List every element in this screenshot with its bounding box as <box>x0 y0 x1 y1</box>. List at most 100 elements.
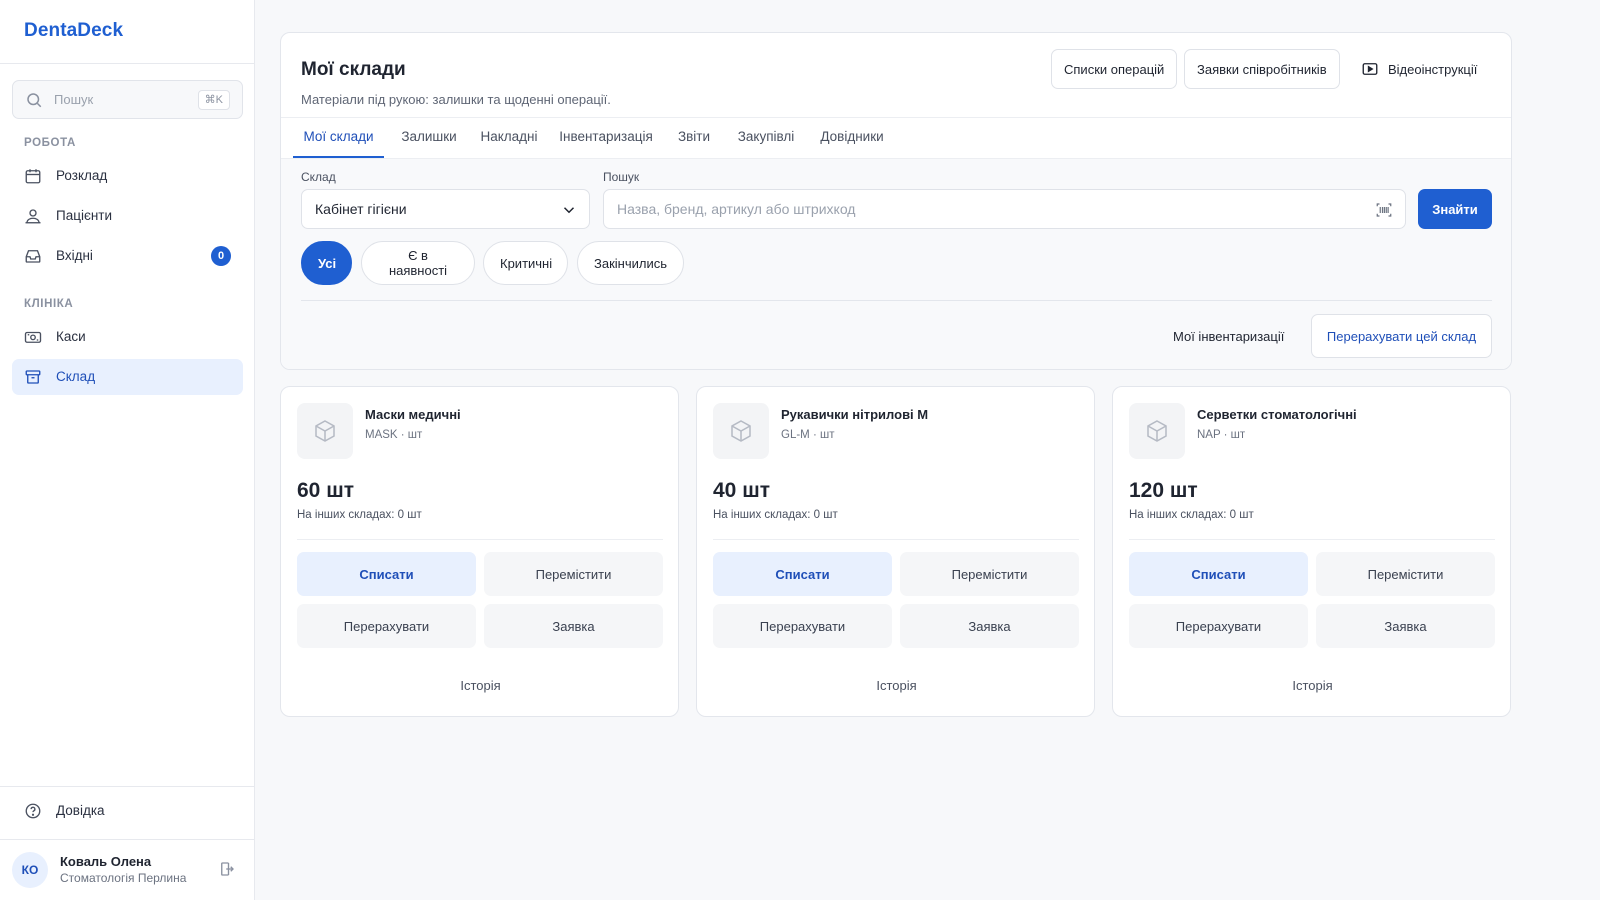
write-off-button[interactable]: Списати <box>713 552 892 596</box>
video-instructions-button[interactable]: Відеоінструкції <box>1351 49 1487 89</box>
warehouse-tabs: Мої склади Залишки Накладні Інвентаризац… <box>281 118 1511 158</box>
product-quantity: 60 шт <box>297 479 354 502</box>
sidebar-item-label: Пацієнти <box>56 208 113 223</box>
history-link[interactable]: Історія <box>697 671 1096 699</box>
warehouse-select[interactable]: Кабінет гігієни <box>301 189 590 229</box>
warehouse-header-panel: Мої склади Матеріали під рукою: залишки … <box>280 32 1512 370</box>
video-play-icon <box>1362 63 1378 75</box>
write-off-button[interactable]: Списати <box>1129 552 1308 596</box>
sidebar-item-label: Розклад <box>56 168 108 183</box>
page-subtitle: Матеріали під рукою: залишки та щоденні … <box>301 92 611 107</box>
archive-icon <box>25 370 41 384</box>
sidebar-item-label: Вхідні <box>56 248 93 263</box>
calendar-icon <box>25 169 41 184</box>
tab-inventory[interactable]: Інвентаризація <box>554 118 658 158</box>
search-field-label: Пошук <box>603 170 640 184</box>
other-warehouses-quantity: На інших складах: 0 шт <box>713 509 838 521</box>
other-warehouses-quantity: На інших складах: 0 шт <box>1129 509 1254 521</box>
product-meta: NAP · шт <box>1197 429 1246 441</box>
section-label-work: РОБОТА <box>24 137 76 149</box>
brand-logo[interactable]: DentaDeck <box>24 20 123 42</box>
request-button[interactable]: Заявка <box>484 604 663 648</box>
product-name: Серветки стоматологічні <box>1197 407 1357 422</box>
inbox-icon <box>25 250 41 263</box>
users-icon <box>25 209 41 224</box>
video-instructions-label: Відеоінструкції <box>1388 61 1478 77</box>
sidebar-item-label: Склад <box>56 369 96 384</box>
divider <box>713 539 1079 540</box>
product-meta: MASK · шт <box>365 429 423 441</box>
request-button[interactable]: Заявка <box>1316 604 1495 648</box>
product-meta: GL-M · шт <box>781 429 835 441</box>
user-name: Коваль Олена <box>60 854 152 869</box>
divider <box>0 63 254 64</box>
product-name: Маски медичні <box>365 407 461 422</box>
history-link[interactable]: Історія <box>281 671 680 699</box>
filter-chip-out-of-stock[interactable]: Закінчились <box>577 241 684 285</box>
sidebar-search-input[interactable]: Пошук ⌘K <box>12 80 243 119</box>
recount-warehouse-button[interactable]: Перерахувати цей склад <box>1311 314 1492 358</box>
sidebar-item-inbox[interactable]: Вхідні 0 <box>12 238 243 274</box>
sidebar-item-label: Каси <box>56 329 86 344</box>
product-thumbnail <box>1129 403 1185 459</box>
staff-requests-button[interactable]: Заявки співробітників <box>1184 49 1340 89</box>
tab-my-warehouses[interactable]: Мої склади <box>293 118 384 158</box>
sidebar-item-schedule[interactable]: Розклад <box>12 158 243 194</box>
avatar[interactable]: КО <box>12 852 48 888</box>
my-inventories-link[interactable]: Мої інвентаризації <box>1163 314 1294 358</box>
divider <box>0 786 254 787</box>
box-icon <box>731 420 751 442</box>
section-label-clinic: КЛІНІКА <box>24 298 74 310</box>
divider <box>1129 539 1495 540</box>
page-title: Мої склади <box>301 59 406 80</box>
box-icon <box>1147 420 1167 442</box>
sidebar-item-patients[interactable]: Пацієнти <box>12 198 243 234</box>
chevron-down-icon <box>563 207 575 214</box>
product-card: Серветки стоматологічні NAP · шт 120 шт … <box>1112 386 1511 717</box>
divider <box>297 539 663 540</box>
history-link[interactable]: Історія <box>1113 671 1512 699</box>
product-name: Рукавички нітрилові M <box>781 407 929 422</box>
other-warehouses-quantity: На інших складах: 0 шт <box>297 509 422 521</box>
move-button[interactable]: Перемістити <box>900 552 1079 596</box>
tab-invoices[interactable]: Накладні <box>474 118 544 158</box>
tab-purchases[interactable]: Закупівлі <box>730 118 802 158</box>
warehouse-select-label: Склад <box>301 170 336 184</box>
sidebar-item-warehouse[interactable]: Склад <box>12 359 243 395</box>
product-search-placeholder: Назва, бренд, артикул або штрихкод <box>617 201 856 217</box>
warehouse-select-value: Кабінет гігієни <box>315 201 407 217</box>
tab-stock[interactable]: Залишки <box>394 118 464 158</box>
product-card: Маски медичні MASK · шт 60 шт На інших с… <box>280 386 679 717</box>
sidebar-item-label: Довідка <box>56 803 105 818</box>
write-off-button[interactable]: Списати <box>297 552 476 596</box>
divider <box>0 839 254 840</box>
sidebar-item-cash[interactable]: Каси <box>12 319 243 355</box>
filter-chip-all[interactable]: Усі <box>301 241 352 285</box>
filter-chip-in-stock[interactable]: Є в наявності <box>361 241 475 285</box>
filter-chip-critical[interactable]: Критичні <box>483 241 568 285</box>
operations-lists-button[interactable]: Списки операцій <box>1051 49 1178 89</box>
box-icon <box>315 420 335 442</box>
barcode-scan-icon[interactable] <box>1375 201 1393 219</box>
sidebar-item-help[interactable]: Довідка <box>12 793 243 829</box>
recount-button[interactable]: Перерахувати <box>713 604 892 648</box>
help-circle-icon <box>25 803 41 819</box>
request-button[interactable]: Заявка <box>900 604 1079 648</box>
product-quantity: 120 шт <box>1129 479 1198 502</box>
recount-button[interactable]: Перерахувати <box>1129 604 1308 648</box>
move-button[interactable]: Перемістити <box>1316 552 1495 596</box>
inbox-count-badge: 0 <box>211 246 231 266</box>
find-button[interactable]: Знайти <box>1418 189 1492 229</box>
recount-button[interactable]: Перерахувати <box>297 604 476 648</box>
search-icon <box>27 93 42 108</box>
product-search-input[interactable]: Назва, бренд, артикул або штрихкод <box>603 189 1406 229</box>
logout-icon[interactable] <box>218 860 236 878</box>
tab-directories[interactable]: Довідники <box>812 118 892 158</box>
product-quantity: 40 шт <box>713 479 770 502</box>
move-button[interactable]: Перемістити <box>484 552 663 596</box>
product-card: Рукавички нітрилові M GL-M · шт 40 шт На… <box>696 386 1095 717</box>
product-thumbnail <box>297 403 353 459</box>
sidebar: DentaDeck Пошук ⌘K РОБОТА Розклад Пацієн… <box>0 0 255 900</box>
filter-area: Склад Кабінет гігієни Пошук Назва, бренд… <box>281 158 1511 369</box>
tab-reports[interactable]: Звіти <box>668 118 720 158</box>
